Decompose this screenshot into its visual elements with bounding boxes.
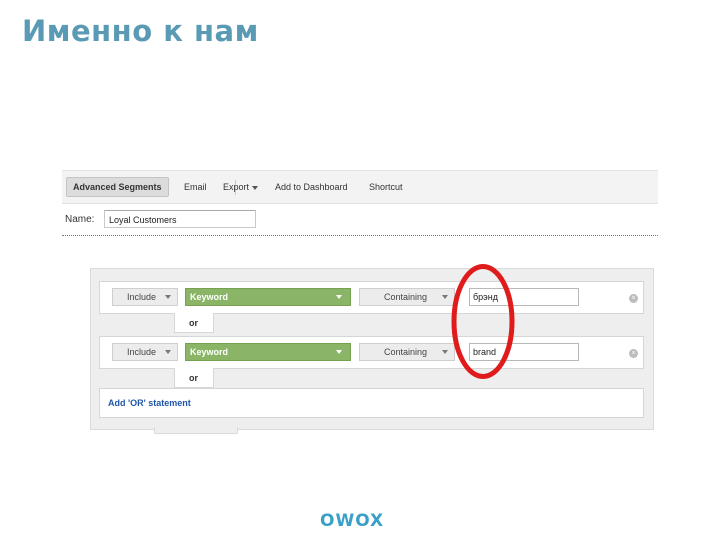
owox-logo: OWOX: [320, 511, 384, 530]
condition-row: Include Keyword Containing брэнд ×: [99, 281, 644, 314]
chevron-down-icon: [442, 295, 448, 299]
dimension-select[interactable]: Keyword: [185, 288, 351, 306]
or-connector: or: [174, 368, 214, 388]
add-and-tab: [154, 427, 238, 434]
svg-text:OWOX: OWOX: [320, 511, 384, 530]
or-connector: or: [174, 313, 214, 333]
highlight-ellipse: [451, 264, 515, 379]
chevron-down-icon: [165, 295, 171, 299]
chevron-down-icon: [336, 350, 342, 354]
remove-condition-icon[interactable]: ×: [629, 294, 638, 303]
dimension-label: Keyword: [190, 347, 229, 357]
segment-conditions-panel: Include Keyword Containing брэнд × or In…: [90, 268, 654, 430]
shortcut-button[interactable]: Shortcut: [369, 177, 403, 197]
include-select[interactable]: Include: [112, 288, 178, 306]
condition-row: Include Keyword Containing brand ×: [99, 336, 644, 369]
dimension-select[interactable]: Keyword: [185, 343, 351, 361]
add-to-dashboard-button[interactable]: Add to Dashboard: [275, 177, 348, 197]
include-label: Include: [127, 292, 157, 302]
segment-name-row: Name: Loyal Customers: [62, 208, 658, 234]
remove-condition-icon[interactable]: ×: [629, 349, 638, 358]
match-type-label: Containing: [384, 347, 428, 357]
chevron-down-icon: [165, 350, 171, 354]
chevron-down-icon: [442, 350, 448, 354]
segment-name-input[interactable]: Loyal Customers: [104, 210, 256, 228]
segment-toolbar: Advanced Segments Email Export Add to Da…: [62, 170, 658, 204]
add-or-row: Add 'OR' statement: [99, 388, 644, 418]
advanced-segments-button[interactable]: Advanced Segments: [66, 177, 169, 197]
match-type-label: Containing: [384, 292, 428, 302]
chevron-down-icon: [252, 185, 259, 190]
name-label: Name:: [65, 214, 95, 225]
include-select[interactable]: Include: [112, 343, 178, 361]
chevron-down-icon: [336, 295, 342, 299]
match-type-select[interactable]: Containing: [359, 343, 455, 361]
slide-title: Именно к нам: [22, 14, 259, 48]
match-type-select[interactable]: Containing: [359, 288, 455, 306]
export-button[interactable]: Export: [223, 177, 259, 197]
email-button[interactable]: Email: [184, 177, 207, 197]
dimension-label: Keyword: [190, 292, 229, 302]
export-label: Export: [223, 182, 250, 192]
include-label: Include: [127, 347, 157, 357]
add-or-statement-link[interactable]: Add 'OR' statement: [108, 398, 191, 408]
divider: [62, 235, 658, 236]
